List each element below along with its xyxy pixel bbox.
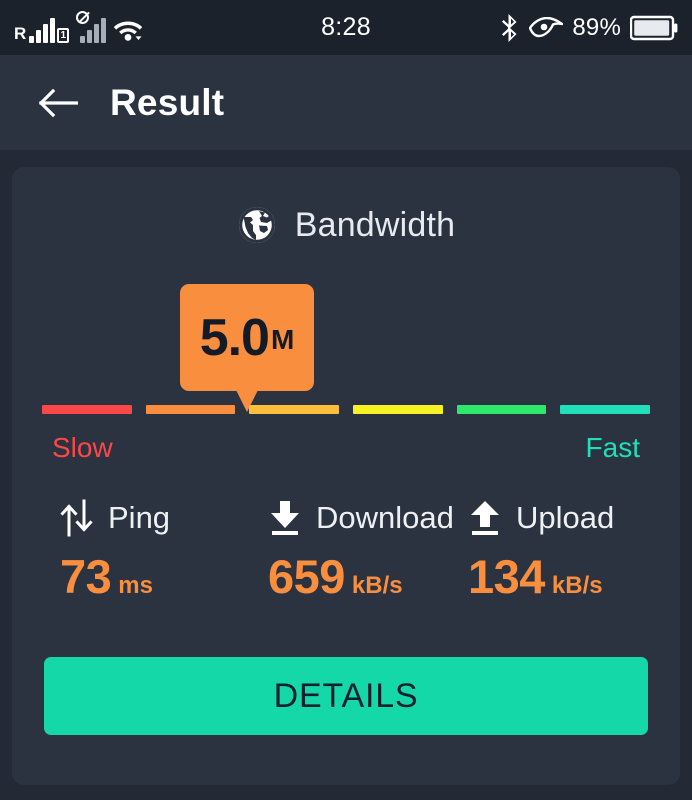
- scale-segment-5: [456, 405, 547, 414]
- bluetooth-icon: [502, 13, 517, 42]
- bandwidth-result-card: Bandwidth 5.0 M Slow Fast Ping 73 ms Dow…: [12, 167, 680, 785]
- back-arrow-icon: [38, 88, 78, 117]
- signal-bar-4: [50, 17, 56, 43]
- scale-label-slow: Slow: [52, 432, 113, 463]
- no-service-slash-icon: [76, 10, 90, 24]
- speed-badge: 5.0 M: [180, 284, 314, 412]
- battery-percent-label: 89%: [572, 13, 621, 41]
- scale-labels: Slow Fast: [52, 432, 640, 464]
- details-button[interactable]: DETAILS: [44, 657, 648, 735]
- signal-bar-1: [29, 35, 35, 43]
- scale-segment-6: [560, 405, 651, 414]
- signal2-bar-3: [94, 23, 100, 43]
- ping-updown-arrows-icon: [60, 499, 93, 537]
- scale-label-fast: Fast: [585, 432, 640, 463]
- speed-unit: M: [270, 323, 295, 355]
- metric-download-value-row: 659 kB/s: [268, 549, 458, 604]
- metric-upload-value-row: 134 kB/s: [468, 549, 658, 604]
- metric-ping-unit: ms: [118, 572, 153, 599]
- signal2-bar-2: [87, 29, 93, 43]
- eye-comfort-icon: [529, 16, 564, 37]
- wifi-icon: [114, 21, 143, 41]
- metric-upload-label: Upload: [516, 500, 615, 535]
- metric-upload-unit: kB/s: [551, 572, 603, 599]
- roaming-letter: R: [14, 23, 27, 43]
- status-bar: R 1 8:28 89%: [0, 0, 692, 55]
- metrics-row: Ping 73 ms Download 659 kB/s Upload 134 …: [34, 497, 658, 604]
- upload-arrow-icon: [471, 501, 499, 535]
- scale-segment-3: [249, 405, 340, 414]
- globe-icon: [238, 207, 275, 243]
- signal2-bar-4: [101, 17, 107, 43]
- speed-scale: [42, 405, 651, 414]
- signal-bar-2: [36, 29, 42, 43]
- speed-value: 5.0: [199, 308, 270, 367]
- back-button[interactable]: [36, 81, 80, 125]
- metric-upload-value: 134: [468, 550, 545, 603]
- download-arrow-icon: [271, 501, 299, 535]
- metric-download: Download 659 kB/s: [250, 497, 458, 604]
- signal2-bar-1: [80, 35, 86, 43]
- bandwidth-header: Bandwidth: [12, 205, 680, 245]
- app-screen: R 1 8:28 89% Result Bandwidth 5.0 M Slow…: [0, 0, 692, 800]
- metric-download-value: 659: [268, 550, 345, 603]
- metric-ping: Ping 73 ms: [34, 497, 250, 604]
- scale-segment-2: [145, 405, 236, 414]
- metric-download-header: Download: [268, 497, 458, 539]
- app-bar: Result: [0, 55, 692, 150]
- metric-upload: Upload 134 kB/s: [458, 497, 658, 604]
- bandwidth-title: Bandwidth: [294, 205, 456, 244]
- roaming-signal-icon: R 1: [14, 17, 70, 43]
- battery-icon: [630, 15, 678, 40]
- sim-slot-indicator: 1: [57, 27, 70, 43]
- status-bar-right-icons: 89%: [500, 13, 678, 43]
- metric-ping-header: Ping: [60, 497, 250, 539]
- page-title: Result: [110, 81, 225, 123]
- scale-segment-4: [353, 405, 443, 414]
- sim-no-service-icon: [76, 10, 107, 43]
- metric-ping-value: 73: [60, 550, 112, 603]
- scale-segment-1: [42, 405, 132, 414]
- metric-download-label: Download: [316, 500, 454, 535]
- metric-upload-header: Upload: [468, 497, 658, 539]
- speed-badge-body: 5.0 M: [180, 284, 314, 391]
- metric-download-unit: kB/s: [351, 572, 403, 599]
- status-bar-left-icons: R 1: [14, 10, 143, 43]
- metric-ping-value-row: 73 ms: [60, 549, 250, 604]
- signal-bar-3: [43, 23, 49, 43]
- metric-ping-label: Ping: [108, 500, 171, 535]
